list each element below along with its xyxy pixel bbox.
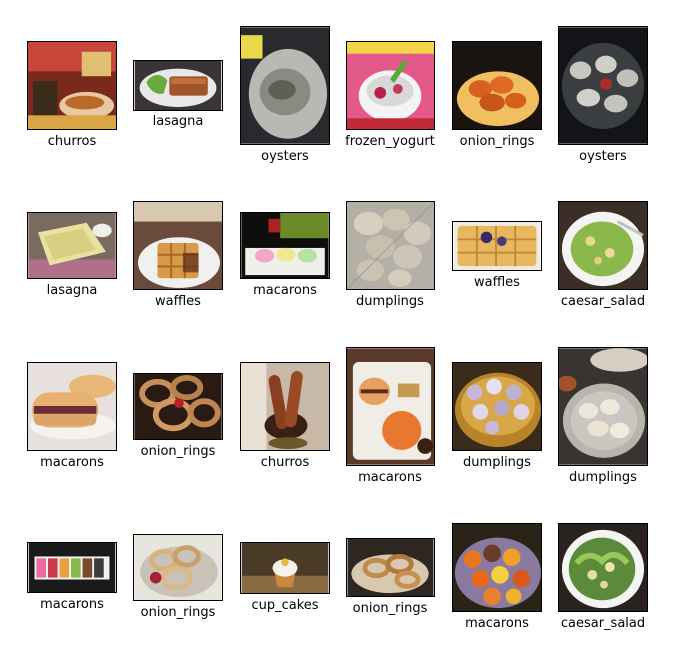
food-photo-5 <box>452 41 542 130</box>
food-photo-15 <box>240 362 330 451</box>
food-photo-19 <box>27 542 117 593</box>
image-label-10: dumplings <box>356 294 424 309</box>
image-label-14: onion_rings <box>140 444 216 459</box>
image-label-20: onion_rings <box>140 605 216 620</box>
food-photo-10 <box>346 201 435 290</box>
food-photo-1 <box>27 41 117 130</box>
image-label-7: lasagna <box>46 283 98 298</box>
image-label-21: cup_cakes <box>251 598 319 613</box>
image-label-5: onion_rings <box>459 134 535 149</box>
food-photo-8 <box>133 201 223 290</box>
image-label-12: caesar_salad <box>560 294 646 309</box>
food-photo-11 <box>452 221 542 271</box>
image-label-4: frozen_yogurt <box>345 134 435 149</box>
image-label-16: macarons <box>358 470 422 485</box>
food-photo-2 <box>133 60 223 111</box>
food-photo-20 <box>133 534 223 601</box>
image-label-15: churros <box>260 455 310 470</box>
image-label-9: macarons <box>253 283 317 298</box>
food-photo-12 <box>558 201 648 290</box>
food-photo-9 <box>240 212 330 279</box>
image-label-17: dumplings <box>463 455 531 470</box>
food-photo-3 <box>240 26 330 145</box>
food-photo-17 <box>452 362 542 451</box>
food-photo-18 <box>558 347 648 466</box>
image-label-8: waffles <box>155 294 201 309</box>
food-photo-21 <box>240 542 330 594</box>
image-label-6: oysters <box>579 149 627 164</box>
food-photo-22 <box>346 538 435 597</box>
image-label-24: caesar_salad <box>560 616 646 631</box>
image-label-2: lasagna <box>152 114 204 129</box>
image-label-18: dumplings <box>569 470 637 485</box>
food-photo-4 <box>346 41 435 130</box>
food-photo-23 <box>452 523 542 612</box>
image-label-13: macarons <box>40 455 104 470</box>
image-label-3: oysters <box>261 149 309 164</box>
image-label-1: churros <box>47 134 97 149</box>
food-photo-6 <box>558 26 648 145</box>
food-photo-13 <box>27 362 117 451</box>
food-photo-16 <box>346 347 435 466</box>
image-label-19: macarons <box>40 597 104 612</box>
food-photo-14 <box>133 373 223 440</box>
image-label-11: waffles <box>474 275 520 290</box>
food-photo-24 <box>558 523 648 612</box>
image-label-22: onion_rings <box>352 601 428 616</box>
food-photo-7 <box>27 212 117 279</box>
image-label-23: macarons <box>465 616 529 631</box>
